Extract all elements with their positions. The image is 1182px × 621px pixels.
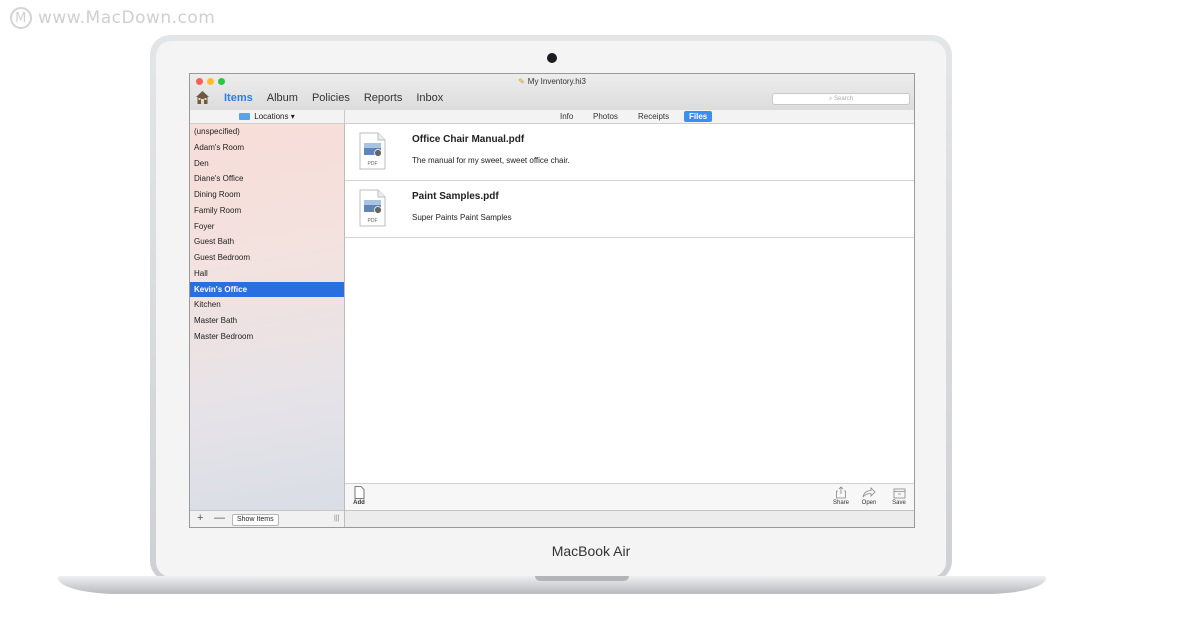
nav-inbox[interactable]: Inbox xyxy=(416,92,443,104)
list-item[interactable]: PDF Office Chair Manual.pdf The manual f… xyxy=(345,124,914,181)
save-label: Save xyxy=(892,500,906,506)
locations-list: (unspecified) Adam's Room Den Diane's Of… xyxy=(190,124,345,510)
open-button[interactable]: Open xyxy=(857,486,881,506)
add-location-button[interactable]: + xyxy=(197,512,203,524)
sidebar-item-family-room[interactable]: Family Room xyxy=(190,203,344,218)
pdf-file-icon: PDF xyxy=(359,132,386,170)
camera-icon xyxy=(547,53,557,63)
files-list: PDF Office Chair Manual.pdf The manual f… xyxy=(345,124,914,483)
sidebar-item-dianes-office[interactable]: Diane's Office xyxy=(190,171,344,186)
sidebar-item-dining-room[interactable]: Dining Room xyxy=(190,187,344,202)
resize-handle-icon[interactable]: ||| xyxy=(334,515,339,522)
locations-dropdown[interactable]: Locations ▾ xyxy=(190,110,345,124)
share-label: Share xyxy=(832,500,849,506)
show-items-button[interactable]: Show Items xyxy=(232,514,279,526)
tab-info[interactable]: Info xyxy=(557,111,576,122)
nav-reports[interactable]: Reports xyxy=(364,92,403,104)
folder-icon xyxy=(239,113,251,121)
list-item[interactable]: PDF Paint Samples.pdf Super Paints Paint… xyxy=(345,181,914,238)
sidebar-item-hall[interactable]: Hall xyxy=(190,266,344,281)
open-arrow-icon xyxy=(862,487,876,498)
sidebar-item-foyer[interactable]: Foyer xyxy=(190,219,344,234)
watermark: M www.MacDown.com xyxy=(10,7,215,29)
nav-album[interactable]: Album xyxy=(267,92,298,104)
locations-label: Locations ▾ xyxy=(254,112,295,121)
nav-items[interactable]: Items xyxy=(224,92,253,104)
add-file-button[interactable]: Add xyxy=(347,486,371,506)
remove-location-button[interactable]: — xyxy=(214,512,225,524)
sidebar-item-master-bath[interactable]: Master Bath xyxy=(190,313,344,328)
file-description: The manual for my sweet, sweet office ch… xyxy=(412,156,570,165)
tab-receipts[interactable]: Receipts xyxy=(635,111,672,122)
add-label: Add xyxy=(353,500,365,506)
save-icon xyxy=(893,488,905,499)
sidebar-footer: + — Show Items ||| xyxy=(190,510,345,527)
open-label: Open xyxy=(861,500,877,506)
sidebar-item-unspecified[interactable]: (unspecified) xyxy=(190,124,344,139)
sidebar-item-kevins-office[interactable]: Kevin's Office xyxy=(190,282,344,297)
window-title: ✎ My Inventory.hi3 xyxy=(518,77,586,86)
status-bar xyxy=(345,510,914,527)
search-placeholder: Search xyxy=(834,96,854,102)
search-icon: ⌕ xyxy=(828,96,833,102)
sidebar-item-guest-bath[interactable]: Guest Bath xyxy=(190,234,344,249)
nav-policies[interactable]: Policies xyxy=(312,92,350,104)
main-nav: Items Album Policies Reports Inbox xyxy=(224,92,443,104)
sidebar-item-den[interactable]: Den xyxy=(190,156,344,171)
document-edit-icon: ✎ xyxy=(518,77,525,86)
macdown-logo-icon: M xyxy=(10,7,32,29)
sidebar-item-master-bedroom[interactable]: Master Bedroom xyxy=(190,329,344,344)
tab-photos[interactable]: Photos xyxy=(590,111,621,122)
pdf-icon-label: PDF xyxy=(368,218,378,224)
share-button[interactable]: Share xyxy=(829,486,853,506)
new-file-icon xyxy=(354,486,364,499)
device-brand: MacBook Air xyxy=(551,543,631,559)
sidebar-item-guest-bedroom[interactable]: Guest Bedroom xyxy=(190,250,344,265)
file-name: Paint Samples.pdf xyxy=(412,191,499,202)
save-button[interactable]: Save xyxy=(887,486,911,506)
tab-files[interactable]: Files xyxy=(684,111,713,122)
app-window: ✎ My Inventory.hi3 Items Album Policies R… xyxy=(189,73,915,528)
file-description: Super Paints Paint Samples xyxy=(412,213,512,222)
detail-tabs: Info Photos Receipts Files xyxy=(345,110,914,124)
pdf-icon-label: PDF xyxy=(368,161,378,167)
house-icon[interactable] xyxy=(195,90,210,105)
files-toolbar: Add Share Open Save xyxy=(345,483,914,510)
file-name: Office Chair Manual.pdf xyxy=(412,134,525,145)
sidebar-item-adams-room[interactable]: Adam's Room xyxy=(190,140,344,155)
pdf-file-icon: PDF xyxy=(359,189,386,227)
search-input[interactable]: ⌕ Search xyxy=(772,93,910,105)
laptop-notch xyxy=(535,576,629,581)
share-icon xyxy=(836,486,846,499)
watermark-text: www.MacDown.com xyxy=(38,8,216,28)
sidebar-item-kitchen[interactable]: Kitchen xyxy=(190,297,344,312)
title-bar: ✎ My Inventory.hi3 Items Album Policies R… xyxy=(190,74,914,111)
